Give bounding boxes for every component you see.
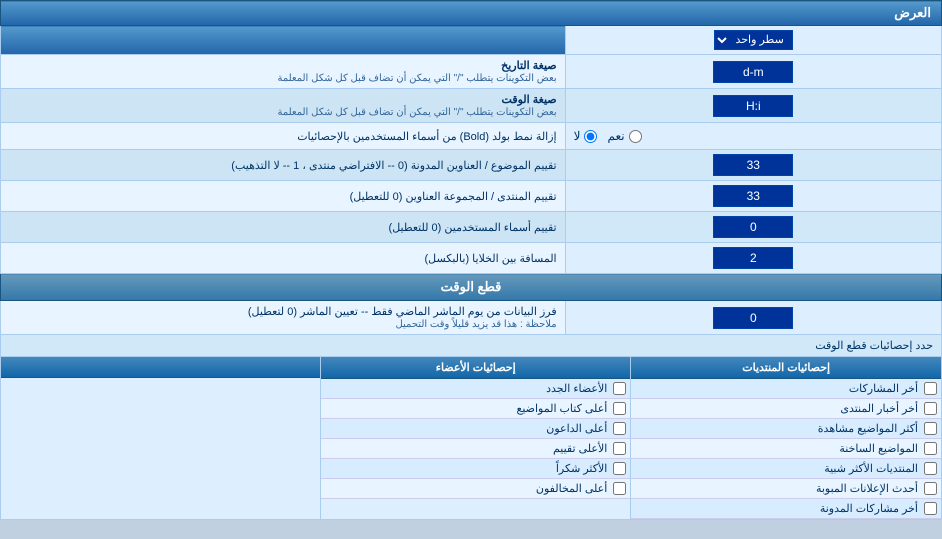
user-names-input[interactable]: 0: [713, 216, 793, 238]
last-posts-label: أخر المشاركات: [849, 382, 918, 395]
stats-limit-row: حدد إحصائيات قطع الوقت: [1, 335, 942, 357]
remove-bold-no-label[interactable]: لا: [574, 129, 598, 143]
similar-forums-checkbox[interactable]: [924, 462, 937, 475]
time-format-main-label: صيغة الوقت: [502, 94, 557, 106]
user-names-main-label: تقييم أسماء المستخدمين (0 للتعطيل): [389, 222, 557, 234]
last-ads-checkbox[interactable]: [924, 482, 937, 495]
top-posters-label: أعلى كتاب المواضيع: [516, 402, 607, 415]
forum-order-label: تقييم المنتدى / المجموعة العناوين (0 للت…: [1, 181, 566, 212]
topic-order-input-cell: 33: [565, 150, 941, 181]
time-cut-header: قطع الوقت: [1, 274, 942, 301]
date-format-main-label: صيغة التاريخ: [501, 60, 556, 72]
date-format-input-cell: d-m: [565, 55, 941, 89]
forum-order-input[interactable]: 33: [713, 185, 793, 207]
page-title: العرض: [1, 1, 942, 26]
cell-spacing-input[interactable]: 2: [713, 247, 793, 269]
topic-order-main-label: تقييم الموضوع / العناوين المدونة (0 -- ا…: [231, 160, 556, 172]
forum-news-checkbox[interactable]: [924, 402, 937, 415]
forum-news-label: أخر أخبار المنتدى: [840, 402, 918, 415]
cell-spacing-label: المسافة بين الخلايا (بالبكسل): [1, 243, 566, 274]
topic-order-label: تقييم الموضوع / العناوين المدونة (0 -- ا…: [1, 150, 566, 181]
list-item: أخر مشاركات المدونة: [631, 499, 941, 519]
list-item: المنتديات الأكثر شبية: [631, 459, 941, 479]
cell-spacing-input-cell: 2: [565, 243, 941, 274]
list-item: الأكثر شكراً: [321, 459, 630, 479]
topic-order-input[interactable]: 33: [713, 154, 793, 176]
top-rate-checkbox[interactable]: [613, 442, 626, 455]
remove-bold-no-radio[interactable]: [584, 130, 597, 143]
remove-bold-main-label: إزالة نمط بولد (Bold) من أسماء المستخدمي…: [297, 131, 556, 143]
fetch-days-label: فرز البيانات من يوم الماشر الماضي فقط --…: [1, 301, 566, 335]
per-page-cell: سطر واحد سطرين: [565, 26, 941, 55]
list-item: أحدث الإعلانات المبوبة: [631, 479, 941, 499]
col-empty-header: [1, 357, 320, 378]
time-format-input[interactable]: H:i: [713, 95, 793, 117]
date-format-sub-label: بعض التكوينات يتطلب "/" التي يمكن أن تضا…: [277, 73, 556, 84]
remove-bold-yes-label[interactable]: نعم: [607, 129, 641, 143]
list-item: أعلى المخالفون: [321, 479, 630, 499]
remove-bold-input-cell: نعم لا: [565, 123, 941, 150]
list-item: الأعضاء الجدد: [321, 379, 630, 399]
list-item: أخر أخبار المنتدى: [631, 399, 941, 419]
date-format-input[interactable]: d-m: [713, 61, 793, 83]
last-ads-label: أحدث الإعلانات المبوبة: [816, 482, 918, 495]
list-item: أخر المشاركات: [631, 379, 941, 399]
list-item: المواضيع الساخنة: [631, 439, 941, 459]
fetch-days-input[interactable]: 0: [713, 307, 793, 329]
most-thanks-checkbox[interactable]: [613, 462, 626, 475]
fetch-days-sub-label: ملاحظة : هذا قد يزيد قليلاً وقت التحميل: [395, 319, 556, 330]
cell-spacing-main-label: المسافة بين الخلايا (بالبكسل): [424, 253, 556, 265]
user-names-input-cell: 0: [565, 212, 941, 243]
new-members-checkbox[interactable]: [613, 382, 626, 395]
per-page-label: [1, 26, 566, 55]
col-posts-header: إحصائيات المنتديات: [631, 357, 941, 379]
new-members-label: الأعضاء الجدد: [546, 382, 607, 395]
list-item: أعلى كتاب المواضيع: [321, 399, 630, 419]
top-online-label: أعلى الداعون: [546, 422, 607, 435]
last-posts-checkbox[interactable]: [924, 382, 937, 395]
forum-order-input-cell: 33: [565, 181, 941, 212]
top-rate-label: الأعلى تقييم: [553, 442, 607, 455]
remove-bold-yes-radio[interactable]: [629, 130, 642, 143]
remove-bold-label: إزالة نمط بولد (Bold) من أسماء المستخدمي…: [1, 123, 566, 150]
top-ignore-checkbox[interactable]: [613, 482, 626, 495]
remove-bold-yes-text: نعم: [607, 129, 624, 143]
most-views-checkbox[interactable]: [924, 422, 937, 435]
user-names-label: تقييم أسماء المستخدمين (0 للتعطيل): [1, 212, 566, 243]
last-blog-checkbox[interactable]: [924, 502, 937, 515]
hot-topics-label: المواضيع الساخنة: [839, 442, 918, 455]
most-views-label: أكثر المواضيع مشاهدة: [818, 422, 918, 435]
last-blog-label: أخر مشاركات المدونة: [820, 502, 918, 515]
top-posters-checkbox[interactable]: [613, 402, 626, 415]
fetch-days-input-cell: 0: [565, 301, 941, 335]
forum-order-main-label: تقييم المنتدى / المجموعة العناوين (0 للت…: [350, 191, 557, 203]
list-item: أعلى الداعون: [321, 419, 630, 439]
time-format-sub-label: بعض التكوينات يتطلب "/" التي يمكن أن تضا…: [277, 107, 556, 118]
time-format-label: صيغة الوقت بعض التكوينات يتطلب "/" التي …: [1, 89, 566, 123]
remove-bold-no-text: لا: [574, 129, 581, 143]
per-page-select[interactable]: سطر واحد سطرين: [714, 30, 793, 50]
col-members-header: إحصائيات الأعضاء: [321, 357, 630, 379]
list-item: أكثر المواضيع مشاهدة: [631, 419, 941, 439]
hot-topics-checkbox[interactable]: [924, 442, 937, 455]
date-format-label: صيغة التاريخ بعض التكوينات يتطلب "/" الت…: [1, 55, 566, 89]
time-format-input-cell: H:i: [565, 89, 941, 123]
list-item: الأعلى تقييم: [321, 439, 630, 459]
fetch-days-main-label: فرز البيانات من يوم الماشر الماضي فقط --…: [248, 306, 557, 318]
stats-limit-label: حدد إحصائيات قطع الوقت: [815, 340, 933, 352]
top-ignore-label: أعلى المخالفون: [536, 482, 607, 495]
top-online-checkbox[interactable]: [613, 422, 626, 435]
most-thanks-label: الأكثر شكراً: [556, 462, 607, 475]
remove-bold-radio-group: نعم لا: [574, 127, 933, 145]
similar-forums-label: المنتديات الأكثر شبية: [824, 462, 918, 475]
